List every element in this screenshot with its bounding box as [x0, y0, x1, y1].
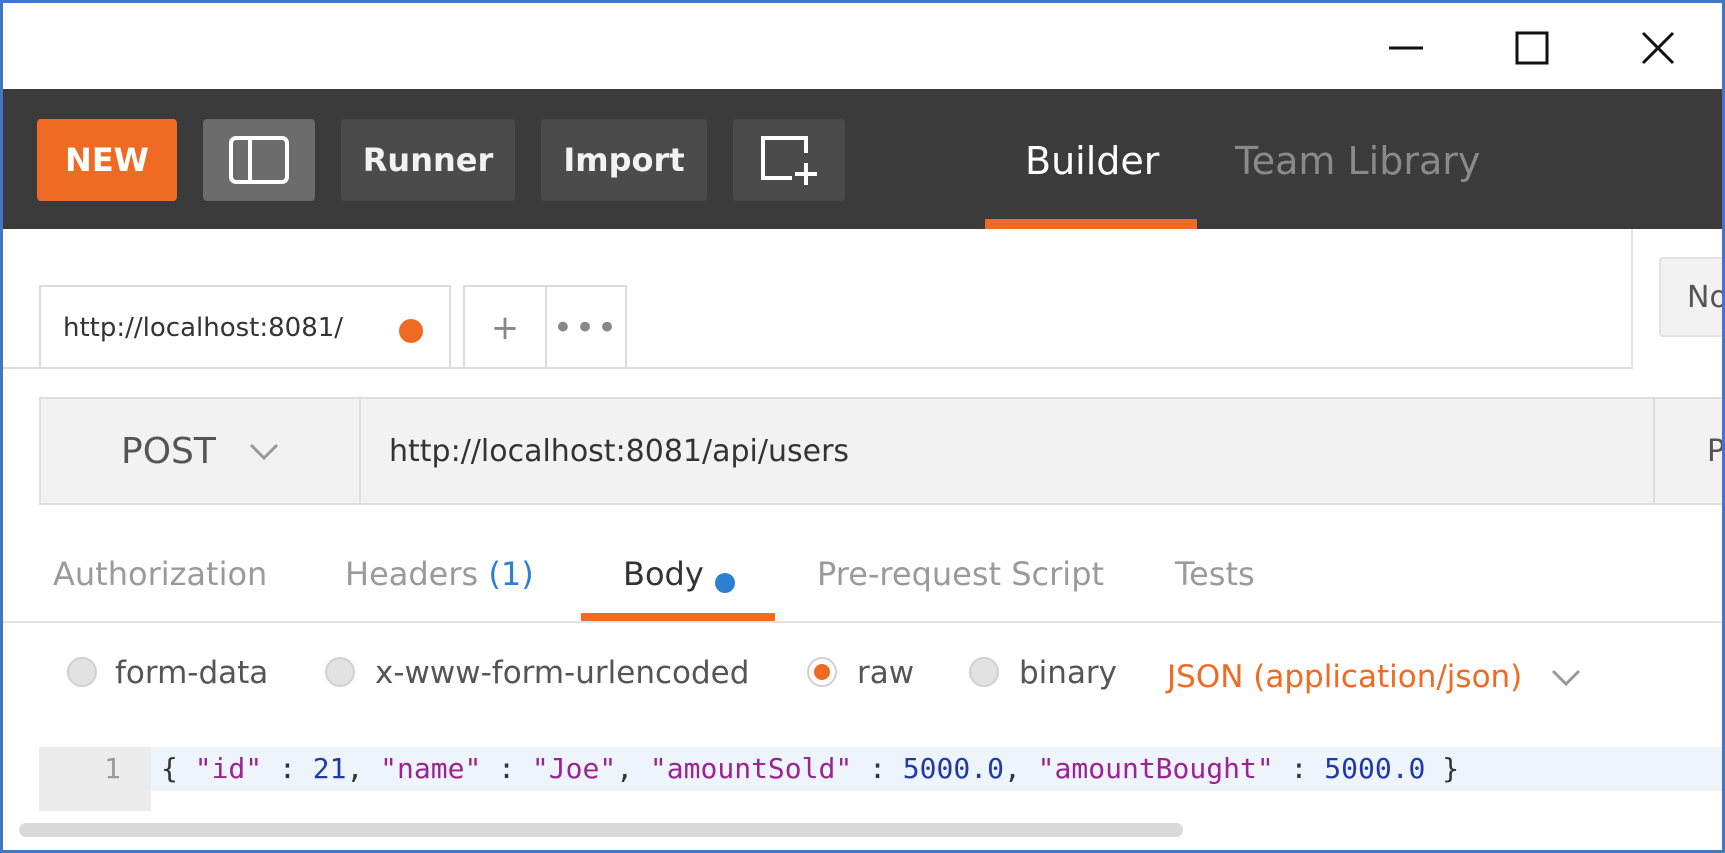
code-brace-open: { — [161, 752, 195, 785]
request-url-bar: POST http://localhost:8081/api/users Par… — [39, 397, 1722, 505]
minimize-icon[interactable] — [1383, 25, 1429, 71]
code-brace-close: } — [1425, 752, 1460, 785]
maximize-icon[interactable] — [1509, 25, 1555, 71]
add-tab-button[interactable]: + — [463, 285, 547, 369]
tabs-divider — [3, 367, 1633, 369]
url-input[interactable]: http://localhost:8081/api/users — [389, 399, 849, 503]
code-colon: : — [852, 752, 903, 785]
more-tabs-button[interactable]: ••• — [545, 285, 627, 369]
radio-raw-label[interactable]: raw — [857, 655, 914, 691]
sidebar-toggle-icon — [229, 136, 289, 184]
tab-prerequest-script[interactable]: Pre-request Script — [817, 555, 1104, 593]
code-value-id: 21 — [312, 752, 347, 785]
radio-form-data[interactable] — [67, 657, 97, 687]
chevron-down-icon[interactable] — [1549, 661, 1583, 695]
environment-select[interactable]: No Environment — [1659, 257, 1725, 337]
body-editor[interactable]: 1 { "id" : 21, "name" : "Joe", "amountSo… — [39, 747, 1722, 827]
method-select[interactable]: POST — [41, 399, 361, 503]
method-label: POST — [121, 430, 216, 472]
code-key-name: "name" — [380, 752, 482, 785]
request-tab[interactable]: http://localhost:8081/ — [39, 285, 451, 369]
window-titlebar — [3, 3, 1722, 89]
main-toolbar: NEW Runner Import Builder Team Library — [3, 89, 1722, 229]
new-window-button[interactable] — [733, 119, 845, 201]
body-type-selector: form-data x-www-form-urlencoded raw bina… — [3, 623, 1722, 723]
code-key-id: "id" — [194, 752, 263, 785]
tab-headers-label: Headers — [345, 555, 479, 593]
runner-button[interactable]: Runner — [341, 119, 515, 201]
radio-binary[interactable] — [969, 657, 999, 687]
code-key-amountsold: "amountSold" — [649, 752, 853, 785]
code-value-name: "Joe" — [531, 752, 617, 785]
code-key-amountbought: "amountBought" — [1037, 752, 1274, 785]
request-subtabs: Authorization Headers (1) Body Pre-reque… — [3, 533, 1722, 623]
new-window-icon — [761, 136, 817, 185]
request-tabs-row: http://localhost:8081/ + ••• No Environm… — [3, 229, 1725, 369]
new-button[interactable]: NEW — [37, 119, 177, 201]
tab-builder[interactable]: Builder — [1025, 139, 1159, 183]
tab-team-library[interactable]: Team Library — [1235, 139, 1480, 183]
radio-form-data-label[interactable]: form-data — [115, 655, 268, 691]
active-tab-indicator — [985, 219, 1197, 229]
request-tab-label: http://localhost:8081/ — [63, 313, 344, 343]
sidebar-toggle-button[interactable] — [203, 119, 315, 201]
environment-divider — [1631, 229, 1633, 369]
code-colon: : — [481, 752, 532, 785]
horizontal-scrollbar[interactable] — [19, 823, 1183, 837]
content-type-select[interactable]: JSON (application/json) — [1167, 659, 1522, 695]
unsaved-indicator — [399, 319, 423, 343]
body-indicator-dot — [715, 573, 735, 593]
editor-gutter: 1 — [39, 747, 151, 811]
code-value-amountbought: 5000.0 — [1324, 752, 1426, 785]
headers-count-badge: (1) — [488, 555, 534, 593]
chevron-down-icon[interactable] — [247, 435, 281, 469]
code-colon: : — [262, 752, 313, 785]
params-button[interactable]: Params — [1707, 399, 1722, 503]
code-comma: , — [616, 752, 650, 785]
radio-urlencoded[interactable] — [325, 657, 355, 687]
line-number: 1 — [104, 752, 121, 785]
import-button[interactable]: Import — [541, 119, 707, 201]
environment-label: No Environment — [1687, 279, 1725, 315]
code-comma: , — [346, 752, 381, 785]
code-line[interactable]: { "id" : 21, "name" : "Joe", "amountSold… — [151, 747, 1722, 791]
radio-urlencoded-label[interactable]: x-www-form-urlencoded — [375, 655, 749, 691]
tab-authorization[interactable]: Authorization — [53, 555, 267, 593]
close-icon[interactable] — [1635, 25, 1681, 71]
code-comma: , — [1003, 752, 1038, 785]
tab-body[interactable]: Body — [623, 555, 704, 593]
app-window: NEW Runner Import Builder Team Library h… — [0, 0, 1725, 853]
radio-binary-label[interactable]: binary — [1019, 655, 1117, 691]
code-value-amountsold: 5000.0 — [902, 752, 1004, 785]
params-divider — [1653, 399, 1655, 503]
tab-tests[interactable]: Tests — [1175, 555, 1255, 593]
radio-raw[interactable] — [807, 657, 837, 687]
active-subtab-indicator — [581, 613, 775, 621]
tab-headers[interactable]: Headers (1) — [345, 555, 534, 593]
code-colon: : — [1273, 752, 1325, 785]
